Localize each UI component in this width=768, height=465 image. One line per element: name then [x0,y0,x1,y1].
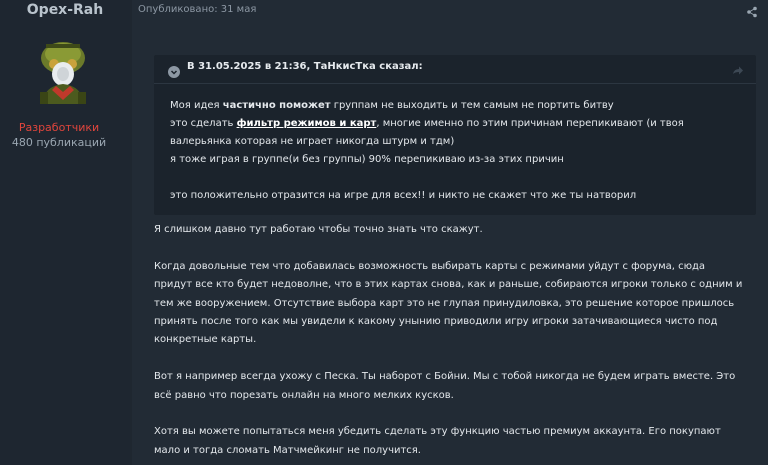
paragraph-line: Хотя вы можете попытаться меня убедить с… [154,426,721,438]
post-body: Я слишком давно тут работаю чтобы точно … [154,221,754,460]
share-icon[interactable] [746,3,758,18]
quote-bold-text: частично поможет [222,100,331,111]
quote-line: это сделать фильтр режимов и карт, многи… [170,115,740,133]
quote-text: группам не выходить и тем самым не порти… [330,100,614,111]
paragraph-line: придут все кто будет недоволне, что в эт… [154,279,743,291]
quote-header: В 31.05.2025 в 21:36, ТаНкисТка сказал: [154,55,756,84]
paragraph-line: Когда довольные тем что добавилась возмо… [154,260,706,272]
author-role: Разработчики [18,121,100,134]
paragraph-line: всё равно что порезать онлайн на много м… [154,389,454,401]
quote-text: , многие именно по этим причинам перепик… [376,118,684,129]
paragraph-line: конкретные карты. [154,334,257,346]
quote-body: Моя идея частично поможет группам не вых… [170,97,740,205]
quote-text: Моя идея [170,100,223,111]
author-name[interactable]: Opex-Rah [0,2,130,18]
quote-text: это сделать [170,118,237,129]
avatar[interactable] [26,34,100,108]
post-date[interactable]: Опубликовано: 31 мая [138,4,256,15]
paragraph-line: Вот я например всегда ухожу с Песка. Ты … [154,371,736,383]
chevron-down-icon[interactable] [168,63,180,78]
reply-arrow-icon[interactable] [732,62,744,75]
quote-block: В 31.05.2025 в 21:36, ТаНкисТка сказал: … [154,55,756,215]
paragraph-line: тем же вооружением. Отсутствие выбора ка… [154,297,735,309]
paragraph-line: мало и тогда сломать Матчмейкинг не полу… [154,444,421,456]
quote-author[interactable]: В 31.05.2025 в 21:36, ТаНкисТка сказал: [187,61,423,72]
quote-line: валерьянка которая не играет никогда шту… [170,136,455,147]
paragraph-line: Я слишком давно тут работаю чтобы точно … [154,224,483,235]
author-sidebar: Opex-Rah Разработчики 480 публикаций [0,0,130,465]
paragraph-line: принять после того как мы увидели к како… [154,316,718,328]
quote-line: это положительно отразится на игре для в… [170,190,637,201]
filter-link[interactable]: фильтр режимов и карт [237,118,377,129]
quote-line: я тоже играя в группе(и без группы) 90% … [170,154,564,165]
quote-line: Моя идея частично поможет группам не вых… [170,97,740,115]
author-post-count: 480 публикаций [11,136,107,149]
